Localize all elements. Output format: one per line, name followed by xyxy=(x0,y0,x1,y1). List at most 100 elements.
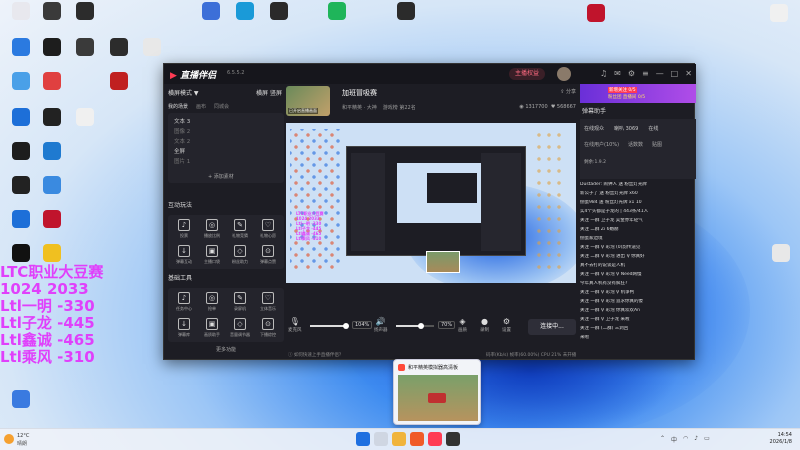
mic-button[interactable]: 🎙 麦克风 xyxy=(288,317,302,333)
search-icon[interactable] xyxy=(374,432,388,446)
source-item[interactable]: 图像 2 xyxy=(174,127,190,135)
chat-message[interactable]: 新公子了 送 粉丝灯光牌 x60 xyxy=(580,191,696,197)
stream-preview[interactable]: LTC职业大豆赛 1024 2033 Ltl一明 -330 Ltl子龙 -445… xyxy=(286,123,576,283)
chat-message[interactable]: 关注 一群 ♀ 彩泡 追求你真的傻 xyxy=(580,299,696,305)
chevron-up-icon[interactable]: ⌃ xyxy=(660,435,665,444)
volume-icon[interactable]: ♪ xyxy=(694,435,698,444)
headset-icon[interactable]: ♫ xyxy=(600,69,607,78)
desktop-icon[interactable] xyxy=(760,4,798,24)
interaction-item[interactable]: ◇ 粉丝助力 xyxy=(226,245,254,265)
tools-item[interactable]: ⊙ 下播综控 xyxy=(254,318,282,338)
desktop-icon[interactable] xyxy=(33,72,71,92)
game-icon[interactable] xyxy=(446,432,460,446)
chat-message[interactable]: 捌蛋984 送 粉丝灯光牌 x1 10 xyxy=(580,200,696,206)
close-icon[interactable]: ✕ xyxy=(685,69,692,78)
source-item[interactable]: 文本 3 xyxy=(174,117,190,125)
interaction-item[interactable]: ◎ 播放比例 xyxy=(198,219,226,239)
desktop-icon[interactable] xyxy=(260,2,298,22)
gear-icon[interactable]: ⚙ xyxy=(628,69,635,78)
tab-online-users[interactable]: 在线用户(10%) xyxy=(584,141,619,148)
mode-portrait[interactable]: 竖屏 xyxy=(270,90,282,97)
interaction-item[interactable]: ▣ 主播口袋 xyxy=(198,245,226,265)
speaker-percent[interactable]: 70% xyxy=(438,321,456,329)
room-title[interactable]: 加班冒吸赛 xyxy=(342,88,377,98)
settings-button[interactable]: ⚙ 设置 xyxy=(502,317,511,333)
tools-item[interactable]: ♡ 立体音乐 xyxy=(254,292,282,312)
desktop-icon[interactable] xyxy=(226,2,264,22)
windows-start-icon[interactable] xyxy=(356,432,370,446)
tools-item[interactable]: ♪ 任务中心 xyxy=(170,292,198,312)
interaction-item[interactable]: ♡ 礼物心愿 xyxy=(254,219,282,239)
tab-stickers[interactable]: 贴图 xyxy=(652,141,662,148)
mic-percent[interactable]: 104% xyxy=(352,321,373,329)
desktop-icon[interactable] xyxy=(33,210,71,230)
live-companion-icon[interactable] xyxy=(428,432,442,446)
chat-message[interactable]: 关注 一群 ♀ 彩泡 你真欢欢An xyxy=(580,308,696,314)
tools-item[interactable]: ▣ 画质助手 xyxy=(198,318,226,338)
desktop-icon[interactable] xyxy=(100,72,138,92)
source-item[interactable]: 文本 2 xyxy=(174,137,190,145)
clock[interactable]: 14:54 2026/1/8 xyxy=(770,432,792,446)
mode-landscape[interactable]: 横屏 xyxy=(256,90,268,97)
desktop-icon[interactable] xyxy=(577,4,615,24)
desktop-icon[interactable] xyxy=(66,38,104,58)
interaction-item[interactable]: ⊙ 弹幕点赞 xyxy=(254,245,282,265)
interaction-item[interactable]: ↓ 弹幕互动 xyxy=(170,245,198,265)
folder-icon[interactable] xyxy=(392,432,406,446)
menu-icon[interactable]: ≡ xyxy=(642,69,649,78)
tooltip-thumbnail[interactable] xyxy=(398,375,478,421)
live-rights-button[interactable]: 主播权益 xyxy=(509,68,546,80)
tools-item[interactable]: ◎ 抢单 xyxy=(198,292,226,312)
chat-message[interactable]: 真不去打的说谈是人机 xyxy=(580,263,696,269)
chat-message[interactable]: 实4个头都是子龙的 | 443条/41人 xyxy=(580,209,696,215)
mode-select[interactable]: 横屏模式 ▼ xyxy=(168,90,199,97)
add-source-button[interactable]: + 添加素材 xyxy=(208,173,234,180)
tools-item[interactable]: ✎ 录屏机 xyxy=(226,292,254,312)
more-features-button[interactable]: 更多功能 xyxy=(168,346,284,353)
chat-message[interactable]: Dustader: 闹钟人 送 粉丝灯光牌 xyxy=(580,182,696,188)
promo-banner[interactable]: 新增关注 0/5 粉丝团 直播间 0/5 xyxy=(580,84,696,103)
tab-canvas[interactable]: 画布 xyxy=(196,103,206,110)
tab-horn[interactable]: 喇叭 3069 xyxy=(614,125,638,132)
source-item[interactable]: 图片 1 xyxy=(174,157,190,165)
desktop-icon[interactable] xyxy=(133,38,171,58)
chat-message[interactable]: 关注 一群 (二群) 三洞回 xyxy=(580,326,696,332)
speaker-slider[interactable] xyxy=(396,323,434,329)
battery-icon[interactable]: ▭ xyxy=(704,435,710,444)
language-icon[interactable]: 中 xyxy=(671,435,677,444)
minimize-icon[interactable]: — xyxy=(656,69,664,78)
desktop-icon[interactable] xyxy=(66,2,104,22)
tab-my-scenes[interactable]: 我的场景 xyxy=(168,103,188,110)
mic-slider[interactable] xyxy=(310,323,350,329)
desktop-icon[interactable] xyxy=(318,2,356,22)
tools-item[interactable]: ◇ 音量调节器 xyxy=(226,318,254,338)
desktop-icon[interactable] xyxy=(2,390,40,410)
desktop-icon[interactable] xyxy=(387,2,425,22)
record-button[interactable]: ● 录制 xyxy=(480,317,489,333)
chat-message[interactable]: 关注 一群 ♀ 彩泡 ♀ Need网慢 xyxy=(580,272,696,278)
chat-message[interactable]: 来啦 xyxy=(580,335,696,341)
share-button[interactable]: ⇪ 分享 xyxy=(560,88,576,95)
chat-message[interactable]: 关注 一群 ♀ 彩泡 (0)韵传遗见 xyxy=(580,245,696,251)
chat-message[interactable]: 关注 二群 ♀ 彩泡 进出 ♀ 你真好 xyxy=(580,254,696,260)
tab-topics[interactable]: 话数数 xyxy=(628,141,643,148)
speaker-button[interactable]: 🔊 扬声器 xyxy=(374,317,388,333)
room-thumbnail[interactable]: 已开启直播画面 xyxy=(286,86,330,116)
start-live-button[interactable]: 连接中... xyxy=(528,319,576,335)
desktop-icon[interactable] xyxy=(192,2,230,22)
wifi-icon[interactable]: ◠ xyxy=(683,435,688,444)
chat-message[interactable]: 关注 一群 卫子龙 吴金亦年轻气 xyxy=(580,218,696,224)
taskbar-preview-tooltip[interactable]: 和平精英模拟器高清板 xyxy=(393,359,481,425)
chat-message[interactable]: 捌蛋家边境 xyxy=(580,236,696,242)
chat-message[interactable]: 今年真人机有没有疯狂? xyxy=(580,281,696,287)
tab-online-2[interactable]: 在线 xyxy=(648,125,658,132)
chat-message[interactable]: 关注 一群 ♀ 彩泡 ♀ 机争柯 xyxy=(580,290,696,296)
desktop-icon[interactable] xyxy=(33,176,71,196)
help-link[interactable]: ⓘ 如何快速上手直播伴侣？ xyxy=(288,352,343,358)
maximize-icon[interactable]: □ xyxy=(671,69,679,78)
desktop-icon[interactable] xyxy=(33,244,71,264)
mail-icon[interactable]: ✉ xyxy=(614,69,621,78)
interaction-item[interactable]: ✎ 礼物竞猜 xyxy=(226,219,254,239)
tab-online[interactable]: 在线观众 xyxy=(584,125,604,132)
quality-button[interactable]: ◈ 画质 xyxy=(458,317,467,333)
